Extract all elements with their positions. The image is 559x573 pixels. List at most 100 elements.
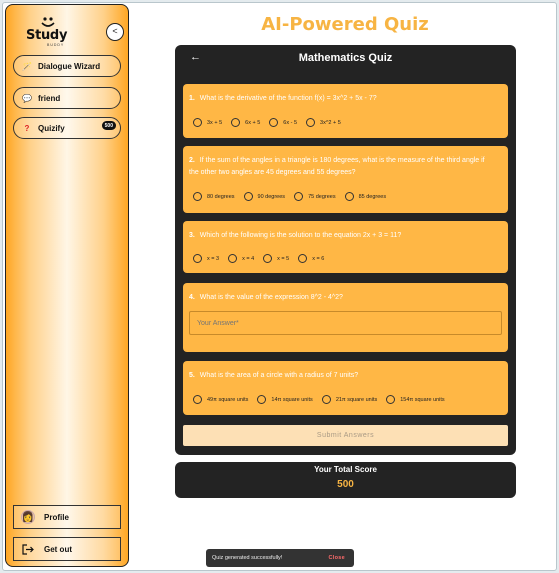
question-text: 3. Which of the following is the solutio… — [189, 230, 494, 242]
sidebar-item-label: Dialogue Wizard — [38, 61, 101, 71]
options-group: x = 3 x = 4 x = 5 x = 6 — [193, 254, 333, 263]
option-radio[interactable]: 90 degrees — [243, 192, 286, 201]
radio-circle[interactable] — [298, 254, 308, 263]
answer-input[interactable] — [189, 311, 502, 335]
option-label: 14π square units — [271, 396, 313, 403]
question-text: 2. If the sum of the angles in a triangl… — [189, 155, 494, 179]
radio-circle[interactable] — [263, 254, 273, 263]
toast-message: Quiz generated successfully! — [212, 555, 283, 561]
radio-circle[interactable] — [269, 118, 279, 127]
toast-notification: Quiz generated successfully! Close — [206, 549, 354, 567]
radio-circle[interactable] — [306, 118, 316, 127]
option-label: 6x - 5 — [283, 119, 298, 126]
question-label: What is the derivative of the function f… — [199, 95, 377, 102]
profile-label: Profile — [44, 512, 69, 522]
radio-circle[interactable] — [228, 254, 238, 263]
radio-circle[interactable] — [193, 254, 202, 263]
score-value: 500 — [337, 479, 354, 490]
radio-circle[interactable] — [193, 192, 202, 201]
collapse-sidebar-button[interactable]: < — [106, 23, 124, 41]
submit-answers-button[interactable]: Submit Answers — [183, 425, 508, 446]
option-radio[interactable]: 3x^2 + 5 — [306, 118, 341, 127]
magic-wand-icon: 🪄 — [22, 61, 32, 71]
option-label: 75 degrees — [308, 193, 336, 200]
question-label: If the sum of the angles in a triangle i… — [189, 157, 485, 176]
options-group: 3x + 5 6x + 5 6x - 5 3x^2 + 5 — [193, 118, 350, 127]
radio-circle[interactable] — [386, 395, 396, 404]
option-radio[interactable]: x = 5 — [263, 254, 289, 263]
sidebar: Study BUDDY < 🪄 Dialogue Wizard 💬 friend… — [5, 4, 129, 567]
option-radio[interactable]: 3x + 5 — [193, 118, 222, 127]
question-label: What is the area of a circle with a radi… — [199, 372, 359, 379]
question-label: What is the value of the expression 8^2 … — [199, 294, 343, 301]
question-card-1: 1. What is the derivative of the functio… — [183, 84, 508, 138]
option-label: 3x^2 + 5 — [320, 119, 341, 126]
radio-circle[interactable] — [257, 395, 267, 404]
question-card-5: 5. What is the area of a circle with a r… — [183, 361, 508, 415]
radio-circle[interactable] — [231, 118, 241, 127]
radio-circle[interactable] — [193, 395, 202, 404]
radio-circle[interactable] — [243, 192, 253, 201]
option-label: 90 degrees — [257, 193, 286, 200]
avatar: 👩 — [21, 510, 35, 524]
question-card-4: 4. What is the value of the expression 8… — [183, 283, 508, 352]
option-label: 80 degrees — [207, 193, 235, 200]
option-label: 21π square units — [335, 396, 378, 403]
profile-button[interactable]: 👩 Profile — [13, 505, 121, 529]
score-panel: Your Total Score 500 — [175, 462, 516, 498]
option-radio[interactable]: 6x + 5 — [231, 118, 260, 127]
option-radio[interactable]: x = 3 — [193, 254, 219, 263]
question-text: 1. What is the derivative of the functio… — [189, 93, 494, 105]
logout-icon — [21, 542, 35, 556]
question-card-2: 2. If the sum of the angles in a triangl… — [183, 146, 508, 213]
question-number: 1. — [189, 95, 195, 102]
option-label: 3x + 5 — [207, 119, 223, 126]
option-radio[interactable]: 21π square units — [321, 395, 378, 404]
option-radio[interactable]: 6x - 5 — [269, 118, 297, 127]
sidebar-item-label: Quizify — [38, 123, 65, 133]
question-text: 4. What is the value of the expression 8… — [189, 292, 494, 304]
question-number: 5. — [189, 372, 195, 379]
coins-badge: 500 — [101, 121, 116, 130]
option-radio[interactable]: x = 6 — [298, 254, 324, 263]
radio-circle[interactable] — [321, 395, 331, 404]
option-radio[interactable]: 49π square units — [193, 395, 248, 404]
toast-close-button[interactable]: Close — [329, 555, 345, 561]
option-label: x = 3 — [207, 255, 220, 262]
option-radio[interactable]: 75 degrees — [294, 192, 336, 201]
question-label: Which of the following is the solution t… — [199, 232, 402, 239]
sidebar-item-quizify[interactable]: ? Quizify 500 — [13, 117, 121, 139]
options-group: 80 degrees 90 degrees 75 degrees 85 degr… — [193, 192, 395, 201]
logout-label: Get out — [44, 544, 72, 554]
sidebar-item-dialogue-wizard[interactable]: 🪄 Dialogue Wizard — [13, 55, 121, 77]
options-group: 49π square units 14π square units 21π sq… — [193, 395, 454, 404]
option-radio[interactable]: 85 degrees — [344, 192, 387, 201]
quiz-header: ← Mathematics Quiz — [175, 45, 516, 71]
score-label: Your Total Score — [314, 465, 377, 474]
quiz-panel: ← Mathematics Quiz 1. What is the deriva… — [175, 45, 516, 455]
logo-subtext: BUDDY — [47, 43, 65, 47]
chat-bubble-icon: 💬 — [22, 93, 32, 103]
option-label: x = 4 — [242, 255, 255, 262]
question-text: 5. What is the area of a circle with a r… — [189, 370, 494, 382]
sidebar-item-label: friend — [38, 93, 61, 103]
option-radio[interactable]: 80 degrees — [193, 192, 235, 201]
option-radio[interactable]: 154π square units — [386, 395, 445, 404]
option-label: 154π square units — [400, 396, 445, 403]
sidebar-item-friend[interactable]: 💬 friend — [13, 87, 121, 109]
option-label: x = 5 — [277, 255, 290, 262]
radio-circle[interactable] — [344, 192, 354, 201]
question-number: 3. — [189, 232, 195, 239]
radio-circle[interactable] — [193, 118, 202, 127]
option-radio[interactable]: 14π square units — [257, 395, 313, 404]
option-label: x = 6 — [312, 255, 325, 262]
radio-circle[interactable] — [294, 192, 304, 201]
question-number: 4. — [189, 294, 195, 301]
option-radio[interactable]: x = 4 — [228, 254, 254, 263]
logo: Study BUDDY — [24, 15, 74, 47]
logo-text: Study — [26, 28, 68, 43]
option-label: 49π square units — [207, 396, 249, 403]
smiley-logo-icon — [41, 17, 55, 27]
logout-button[interactable]: Get out — [13, 537, 121, 561]
option-label: 85 degrees — [358, 193, 387, 200]
